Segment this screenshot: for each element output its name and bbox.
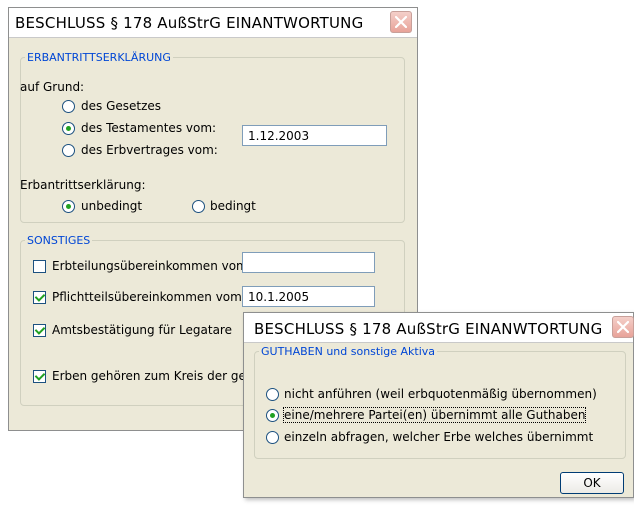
erbantrittserklaerung-label: Erbantrittserklärung:	[20, 178, 146, 192]
radio-nicht-anfuehren[interactable]	[266, 388, 279, 401]
check-amtsbestaetigung-label[interactable]: Amtsbestätigung für Legatare	[52, 323, 232, 337]
check-pflichtteil-label[interactable]: Pflichtteilsübereinkommen vom:	[52, 290, 246, 304]
main-dialog-title: BESCHLUSS § 178 AußStrG EINANTWORTUNG	[15, 14, 364, 32]
radio-gesetz-label[interactable]: des Gesetzes	[81, 99, 161, 113]
check-erben-kreis-label[interactable]: Erben gehören zum Kreis der gese	[52, 369, 259, 383]
check-erbteilung-label[interactable]: Erbteilungsübereinkommen vom:	[52, 259, 252, 273]
guthaben-legend: GUTHABEN und sonstige Aktiva	[261, 345, 436, 358]
auf-grund-label: auf Grund:	[20, 80, 85, 94]
main-title-bar[interactable]: BESCHLUSS § 178 AußStrG EINANTWORTUNG	[9, 8, 417, 38]
erbteilung-date-input[interactable]	[242, 252, 375, 273]
check-amtsbestaetigung[interactable]	[33, 324, 46, 337]
main-close-button[interactable]	[390, 11, 412, 33]
sonstiges-legend: SONSTIGES	[27, 234, 91, 247]
popup-title-bar[interactable]: BESCHLUSS § 178 AußStrG EINANWTORTUNG	[244, 313, 634, 343]
radio-bedingt-label[interactable]: bedingt	[210, 199, 256, 213]
radio-nicht-anfuehren-label[interactable]: nicht anführen (weil erbquotenmäßig über…	[284, 387, 597, 401]
popup-close-button[interactable]	[612, 316, 634, 338]
ok-button[interactable]: OK	[560, 472, 624, 494]
check-erben-kreis[interactable]	[33, 370, 46, 383]
radio-testament[interactable]	[62, 122, 75, 135]
radio-einzeln-abfragen[interactable]	[266, 431, 279, 444]
radio-unbedingt[interactable]	[62, 200, 75, 213]
pflichtteil-date-input[interactable]: 10.1.2005	[242, 286, 375, 307]
check-erbteilung[interactable]	[33, 260, 46, 273]
close-icon	[395, 16, 407, 28]
radio-unbedingt-label[interactable]: unbedingt	[81, 199, 142, 213]
radio-partei-uebernimmt-label[interactable]: eine/mehrere Partei(en) übernimmt alle G…	[282, 407, 587, 423]
radio-erbvertrag[interactable]	[62, 144, 75, 157]
radio-erbvertrag-label[interactable]: des Erbvertrages vom:	[81, 143, 218, 157]
close-icon	[617, 321, 629, 333]
radio-bedingt[interactable]	[192, 200, 205, 213]
radio-testament-label[interactable]: des Testamentes vom:	[81, 121, 216, 135]
testament-date-input[interactable]: 1.12.2003	[242, 125, 387, 146]
check-pflichtteil[interactable]	[33, 291, 46, 304]
popup-dialog-title: BESCHLUSS § 178 AußStrG EINANWTORTUNG	[254, 320, 603, 338]
radio-einzeln-abfragen-label[interactable]: einzeln abfragen, welcher Erbe welches ü…	[284, 430, 593, 444]
radio-partei-uebernimmt[interactable]	[266, 409, 279, 422]
erbantritt-legend: ERBANTRITTSERKLÄRUNG	[27, 51, 171, 64]
popup-dialog: BESCHLUSS § 178 AußStrG EINANWTORTUNG GU…	[243, 312, 634, 498]
radio-gesetz[interactable]	[62, 100, 75, 113]
